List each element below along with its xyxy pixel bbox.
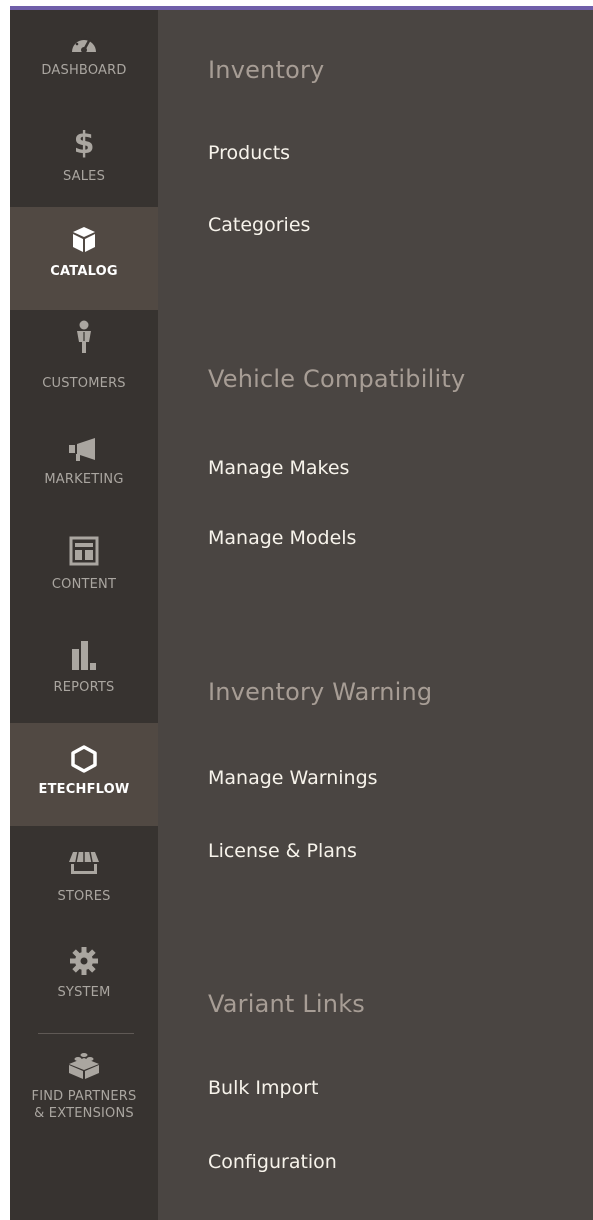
lego-brick-icon [69, 1053, 99, 1079]
bar-chart-icon [72, 641, 96, 670]
nav-item-sales[interactable]: $ SALES [10, 113, 158, 216]
menu-link-configuration[interactable]: Configuration [208, 1151, 337, 1173]
storefront-icon [69, 851, 99, 874]
nav-label-system: SYSTEM [57, 985, 111, 1000]
nav-item-etechflow[interactable]: ETECHFLOW [10, 723, 158, 826]
person-icon [77, 320, 91, 353]
box-icon [73, 227, 95, 252]
section-title-variant-links: Variant Links [208, 990, 366, 1018]
catalog-flyout-menu: Inventory Products Categories Vehicle Co… [158, 10, 593, 1220]
menu-link-license-plans[interactable]: License & Plans [208, 840, 357, 862]
layout-icon [69, 536, 99, 566]
nav-label-find-partners: FIND PARTNERS [31, 1089, 137, 1104]
nav-item-find-partners[interactable]: FIND PARTNERS & EXTENSIONS [10, 1040, 158, 1160]
hexagon-icon [71, 745, 97, 773]
nav-label-stores: STORES [57, 889, 111, 904]
nav-item-content[interactable]: CONTENT [10, 516, 158, 619]
nav-label-extensions: & EXTENSIONS [34, 1106, 134, 1121]
section-title-inventory-warning: Inventory Warning [208, 678, 433, 706]
nav-item-catalog[interactable]: CATALOG [10, 207, 158, 310]
section-title-inventory: Inventory [208, 56, 325, 84]
nav-label-content: CONTENT [51, 577, 117, 592]
section-title-vehicle-compatibility: Vehicle Compatibility [208, 365, 466, 393]
megaphone-icon [69, 438, 95, 461]
menu-link-bulk-import[interactable]: Bulk Import [208, 1077, 318, 1099]
sidebar-divider [38, 1033, 134, 1034]
nav-item-stores[interactable]: STORES [10, 826, 158, 929]
menu-link-categories[interactable]: Categories [208, 214, 310, 236]
nav-item-customers[interactable]: CUSTOMERS [10, 310, 158, 413]
nav-label-reports: REPORTS [53, 680, 115, 695]
nav-label-etechflow: ETECHFLOW [38, 782, 130, 797]
nav-item-marketing[interactable]: MARKETING [10, 413, 158, 516]
menu-link-manage-makes[interactable]: Manage Makes [208, 457, 349, 479]
nav-item-reports[interactable]: REPORTS [10, 619, 158, 722]
dashboard-icon [72, 35, 96, 53]
nav-label-marketing: MARKETING [44, 472, 124, 487]
menu-link-products[interactable]: Products [208, 142, 290, 164]
menu-link-manage-models[interactable]: Manage Models [208, 527, 356, 549]
admin-sidebar: DASHBOARD $ SALES CATALOG CUSTOMERS MARK… [10, 10, 158, 1220]
left-edge [0, 0, 10, 1220]
gear-icon [70, 947, 98, 975]
dollar-icon: $ [73, 126, 95, 161]
nav-label-customers: CUSTOMERS [42, 376, 126, 391]
nav-label-catalog: CATALOG [50, 264, 118, 279]
nav-item-system[interactable]: SYSTEM [10, 928, 158, 1031]
nav-label-dashboard: DASHBOARD [41, 63, 127, 78]
menu-link-manage-warnings[interactable]: Manage Warnings [208, 767, 378, 789]
nav-label-sales: SALES [62, 169, 106, 184]
nav-item-dashboard[interactable]: DASHBOARD [10, 10, 158, 113]
